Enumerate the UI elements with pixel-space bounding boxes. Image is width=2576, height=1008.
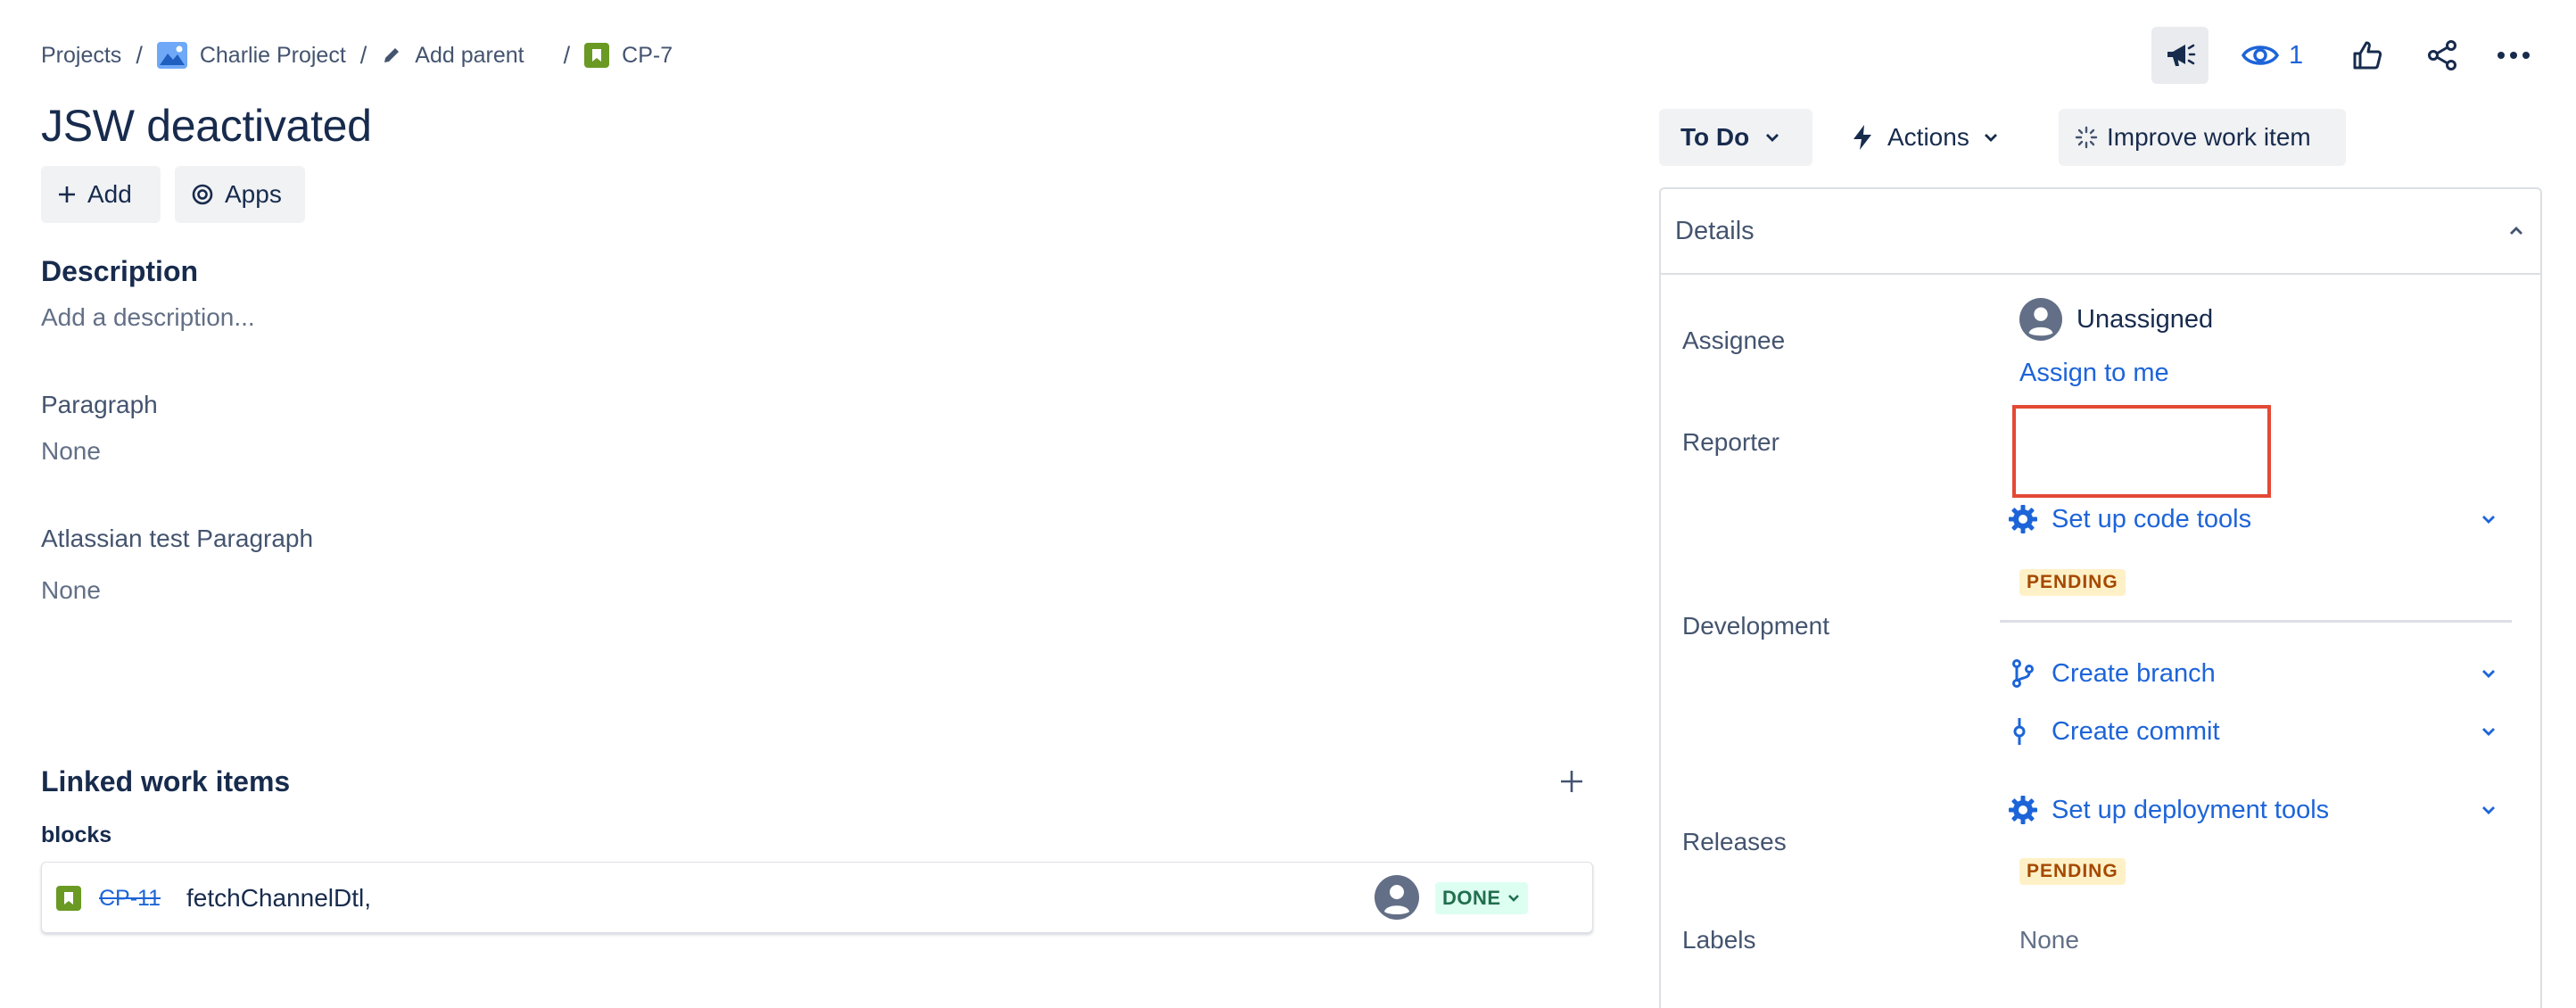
create-commit[interactable]: Create commit bbox=[2007, 714, 2498, 749]
eye-icon bbox=[2241, 42, 2280, 69]
pencil-icon bbox=[381, 45, 402, 66]
project-avatar-icon bbox=[156, 42, 187, 69]
gear-icon bbox=[2007, 794, 2039, 826]
chevron-down-icon bbox=[1507, 891, 1521, 905]
add-parent-button[interactable]: Add parent bbox=[381, 43, 524, 69]
details-heading: Details bbox=[1675, 216, 1754, 245]
details-header[interactable]: Details bbox=[1661, 189, 2540, 275]
story-icon bbox=[56, 886, 81, 911]
pending-badge: PENDING bbox=[2019, 858, 2126, 885]
reporter-field[interactable] bbox=[2012, 405, 2271, 498]
more-icon bbox=[2497, 51, 2531, 60]
divider bbox=[2000, 620, 2512, 623]
page-title[interactable]: JSW deactivated bbox=[41, 100, 372, 152]
like-button[interactable] bbox=[2339, 27, 2396, 84]
improve-work-item-button[interactable]: Improve work item bbox=[2059, 109, 2346, 166]
apps-icon bbox=[191, 183, 214, 206]
linked-item-status[interactable]: DONE bbox=[1435, 882, 1528, 914]
chevron-down-icon bbox=[2480, 723, 2498, 740]
plus-icon bbox=[57, 185, 77, 204]
assignee-value: Unassigned bbox=[2076, 304, 2214, 334]
improve-label: Improve work item bbox=[2107, 123, 2311, 151]
share-icon bbox=[2426, 39, 2458, 71]
commit-icon bbox=[2007, 715, 2039, 748]
atlassian-paragraph-value[interactable]: None bbox=[41, 576, 101, 605]
actions-label: Actions bbox=[1887, 123, 1969, 151]
chevron-down-icon bbox=[1982, 128, 2000, 146]
breadcrumb-separator: / bbox=[136, 41, 143, 69]
description-heading: Description bbox=[41, 255, 199, 287]
chevron-down-icon bbox=[2480, 665, 2498, 682]
breadcrumb-issue-key[interactable]: CP-7 bbox=[584, 43, 673, 69]
add-button-label: Add bbox=[87, 180, 132, 208]
create-commit-label: Create commit bbox=[2052, 716, 2220, 746]
pending-badge: PENDING bbox=[2019, 569, 2126, 596]
breadcrumb-project-label: Charlie Project bbox=[199, 42, 346, 68]
add-linked-item-button[interactable] bbox=[1556, 765, 1588, 797]
setup-code-tools[interactable]: Set up code tools bbox=[2007, 501, 2498, 537]
reporter-label: Reporter bbox=[1682, 428, 1779, 456]
thumbs-up-icon bbox=[2351, 39, 2383, 71]
megaphone-icon bbox=[2162, 37, 2198, 73]
chevron-down-icon bbox=[2480, 801, 2498, 819]
assignee-field[interactable]: Unassigned bbox=[2019, 298, 2213, 341]
breadcrumb-separator: / bbox=[359, 41, 367, 69]
watch-count: 1 bbox=[2289, 40, 2304, 70]
watch-button[interactable]: 1 bbox=[2241, 37, 2303, 73]
add-button[interactable]: Add bbox=[41, 166, 161, 223]
status-dropdown-label: To Do bbox=[1680, 123, 1750, 151]
breadcrumb-project[interactable]: Charlie Project bbox=[156, 42, 346, 69]
more-actions-button[interactable] bbox=[2485, 27, 2542, 84]
description-input[interactable]: Add a description... bbox=[41, 303, 255, 332]
breadcrumb: Projects / Charlie Project / Add parent … bbox=[41, 37, 673, 73]
setup-code-tools-label: Set up code tools bbox=[2052, 504, 2252, 533]
linked-item-key[interactable]: CP-11 bbox=[99, 886, 161, 912]
story-icon bbox=[584, 43, 610, 68]
linked-item-summary[interactable]: fetchChannelDtl, bbox=[186, 884, 371, 913]
labels-value[interactable]: None bbox=[2019, 926, 2079, 954]
assignee-label: Assignee bbox=[1682, 326, 1786, 354]
linked-item-row[interactable]: CP-11 fetchChannelDtl, DONE bbox=[41, 862, 1593, 933]
plus-icon bbox=[1559, 769, 1584, 794]
link-relation-label: blocks bbox=[41, 822, 112, 847]
assign-to-me-link[interactable]: Assign to me bbox=[2019, 359, 2169, 388]
atlassian-paragraph-label: Atlassian test Paragraph bbox=[41, 525, 314, 552]
paragraph-label: Paragraph bbox=[41, 391, 158, 418]
labels-label: Labels bbox=[1682, 926, 1756, 954]
releases-label: Releases bbox=[1682, 828, 1787, 855]
chevron-up-icon bbox=[2506, 221, 2526, 241]
branch-icon bbox=[2007, 657, 2039, 690]
create-branch[interactable]: Create branch bbox=[2007, 656, 2498, 691]
share-button[interactable] bbox=[2414, 27, 2471, 84]
apps-button-label: Apps bbox=[225, 180, 282, 208]
status-label: DONE bbox=[1442, 887, 1501, 909]
setup-deployment-tools-label: Set up deployment tools bbox=[2052, 795, 2330, 824]
chevron-down-icon bbox=[2480, 510, 2498, 528]
create-branch-label: Create branch bbox=[2052, 658, 2216, 688]
add-parent-label: Add parent bbox=[415, 42, 524, 68]
development-label: Development bbox=[1682, 612, 1829, 640]
breadcrumb-projects[interactable]: Projects bbox=[41, 43, 121, 69]
avatar-icon bbox=[2019, 298, 2062, 341]
apps-button[interactable]: Apps bbox=[175, 166, 305, 223]
issue-key-label: CP-7 bbox=[622, 42, 673, 68]
lightning-icon bbox=[1850, 123, 1875, 152]
paragraph-value[interactable]: None bbox=[41, 437, 101, 466]
actions-dropdown[interactable]: Actions bbox=[1834, 109, 2030, 166]
assignee-avatar bbox=[1375, 875, 1419, 920]
setup-deployment-tools[interactable]: Set up deployment tools bbox=[2007, 792, 2498, 828]
linked-items-heading: Linked work items bbox=[41, 765, 291, 797]
breadcrumb-separator: / bbox=[563, 41, 571, 69]
sparkle-icon bbox=[2075, 126, 2098, 149]
status-dropdown[interactable]: To Do bbox=[1659, 109, 1812, 166]
gear-icon bbox=[2007, 503, 2039, 535]
feedback-button[interactable] bbox=[2151, 27, 2209, 84]
chevron-down-icon bbox=[1763, 128, 1781, 146]
